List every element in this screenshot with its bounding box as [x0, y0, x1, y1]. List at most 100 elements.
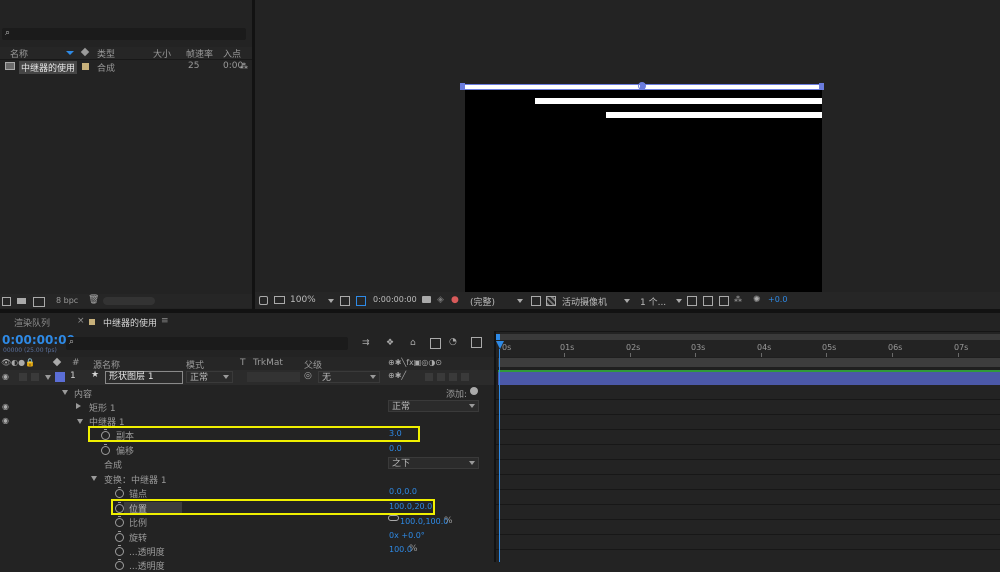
copies-value[interactable]: 3.0 [389, 429, 402, 438]
graph-editor-icon[interactable] [471, 337, 482, 348]
trkmat-header[interactable]: TrkMat [253, 358, 283, 368]
show-snapshot-icon[interactable]: ◈ [437, 295, 444, 305]
anchor-value[interactable]: 0.0,0.0 [389, 487, 417, 496]
scale-value[interactable]: 100.0,100.0 [400, 517, 448, 526]
layer-row[interactable]: ◉ 1 ★ 形状图层 1 正常 ◎ 无 ⊕✱╱ [0, 370, 494, 386]
toggle-pixel-aspect-icon[interactable] [687, 296, 697, 306]
frame-blending-icon[interactable] [430, 338, 441, 349]
layer-switches[interactable]: ⊕✱╱ [388, 371, 406, 380]
layer-duration-bar[interactable] [498, 370, 1000, 386]
switch-box-3[interactable] [449, 373, 457, 381]
fast-previews-icon[interactable] [703, 296, 713, 306]
tab-close-icon[interactable]: × [77, 316, 85, 326]
composition-flowchart-icon[interactable]: ⇉ [362, 338, 370, 348]
copies-stopwatch-icon[interactable] [101, 429, 110, 440]
scale-stopwatch-icon[interactable] [115, 516, 124, 527]
start-opacity-unit: % [409, 544, 418, 554]
project-scrollbar[interactable] [103, 297, 155, 305]
region-of-interest-icon[interactable] [531, 296, 541, 306]
search-icon: ⌕ [5, 28, 11, 38]
column-type-header[interactable]: 类型 [97, 47, 115, 60]
pickwhip-icon[interactable]: ◎ [304, 371, 312, 381]
always-preview-icon[interactable] [259, 296, 268, 305]
visibility-eye-icon[interactable]: ◉ [2, 372, 9, 381]
tab-menu-icon[interactable]: ≡ [161, 316, 169, 326]
composite-select[interactable]: 之下 [388, 457, 479, 469]
column-in-header[interactable]: 入点 [223, 47, 241, 60]
repeater-expand-icon[interactable] [77, 419, 83, 424]
layer-name[interactable]: 形状图层 1 [105, 371, 183, 384]
new-folder-icon[interactable] [17, 298, 26, 304]
track-row [496, 520, 1000, 535]
camera-select[interactable]: 活动摄像机 [562, 295, 607, 308]
project-search-field[interactable]: ⌕ [2, 28, 246, 40]
end-opacity-stopwatch-icon[interactable] [115, 559, 124, 570]
switch-box-1[interactable] [425, 373, 433, 381]
work-area-bar[interactable] [498, 358, 1000, 367]
timeline-track-area[interactable] [496, 357, 1000, 562]
column-size-header[interactable]: 大小 [153, 47, 171, 60]
views-select[interactable]: 1 个... [640, 295, 666, 308]
offset-value[interactable]: 0.0 [389, 444, 402, 453]
color-channel-icon[interactable]: ● [451, 295, 459, 305]
transparency-grid-icon[interactable] [546, 296, 556, 306]
interpret-footage-icon[interactable] [2, 297, 11, 306]
column-fps-header[interactable]: 帧速率 [186, 47, 213, 60]
selection-handle-right[interactable] [819, 83, 824, 90]
safe-zones-icon[interactable] [340, 296, 350, 306]
layer-expand-icon[interactable] [45, 375, 51, 380]
monitor-icon[interactable] [274, 296, 285, 304]
mask-visibility-icon[interactable] [356, 296, 366, 306]
start-opacity-stopwatch-icon[interactable] [115, 545, 124, 556]
position-value[interactable]: 100.0,20.0 [389, 502, 432, 511]
timeline-search-field[interactable]: ⌕ [66, 337, 348, 350]
repeater-eye-icon[interactable]: ◉ [2, 416, 9, 425]
tab-composition[interactable]: 中继器的使用 [103, 316, 157, 329]
draft-3d-icon[interactable]: ❖ [386, 338, 394, 348]
anchor-stopwatch-icon[interactable] [115, 487, 124, 498]
snapshot-camera-icon[interactable] [422, 296, 431, 303]
rotation-stopwatch-icon[interactable] [115, 531, 124, 542]
selection-handle-left[interactable] [460, 83, 465, 90]
rect-mode-select[interactable]: 正常 [388, 400, 479, 412]
zoom-select[interactable]: 100% [290, 295, 316, 305]
add-arrow-icon[interactable] [470, 387, 478, 395]
position-stopwatch-icon[interactable] [115, 502, 124, 513]
resolution-select[interactable]: (完整) [470, 295, 495, 308]
rect-expand-icon[interactable] [76, 403, 81, 409]
solo-box[interactable] [19, 373, 27, 381]
parent-select[interactable]: 无 [318, 371, 380, 383]
reset-exposure-icon[interactable]: ✺ [753, 295, 761, 305]
trash-icon[interactable]: 🗑 [88, 295, 99, 305]
new-composition-icon[interactable] [33, 297, 45, 307]
composition-canvas[interactable] [465, 85, 822, 292]
motion-blur-icon[interactable]: ◔ [449, 337, 457, 347]
layer-label-color[interactable] [55, 372, 65, 382]
bpc-label[interactable]: 8 bpc [56, 296, 78, 305]
anchor-point-icon[interactable] [638, 82, 646, 90]
flowchart-viewer-icon[interactable]: ⁂ [734, 295, 742, 304]
tab-render-queue[interactable]: 渲染队列 [14, 316, 50, 329]
constrain-link-icon[interactable] [388, 515, 399, 521]
switch-box-2[interactable] [437, 373, 445, 381]
layer-mode-select[interactable]: 正常 [186, 371, 233, 383]
rotation-value[interactable]: 0x +0.0° [389, 531, 425, 540]
contents-expand-icon[interactable] [62, 390, 68, 395]
playhead-marker[interactable] [496, 341, 504, 349]
timeline-icon[interactable] [719, 296, 729, 306]
lock-box[interactable] [31, 373, 39, 381]
transform-expand-icon[interactable] [91, 476, 97, 481]
project-item-row[interactable]: 中继器的使用 合成 25 0:00 ⁂ [0, 60, 252, 74]
offset-stopwatch-icon[interactable] [101, 444, 110, 455]
column-name-header[interactable]: 名称 [10, 47, 28, 60]
viewer-timecode[interactable]: 0:00:00:00 [373, 295, 417, 304]
trkmat-field[interactable] [247, 372, 300, 382]
rect-eye-icon[interactable]: ◉ [2, 402, 9, 411]
current-time-display[interactable]: 0:00:00:00 [2, 333, 75, 347]
exposure-value[interactable]: +0.0 [768, 295, 787, 304]
shy-layers-icon[interactable]: ⌂ [410, 338, 416, 348]
time-navigator[interactable] [496, 334, 1000, 340]
navigator-start-handle[interactable] [496, 334, 500, 340]
add-label[interactable]: 添加: [446, 387, 467, 400]
switch-box-4[interactable] [461, 373, 469, 381]
